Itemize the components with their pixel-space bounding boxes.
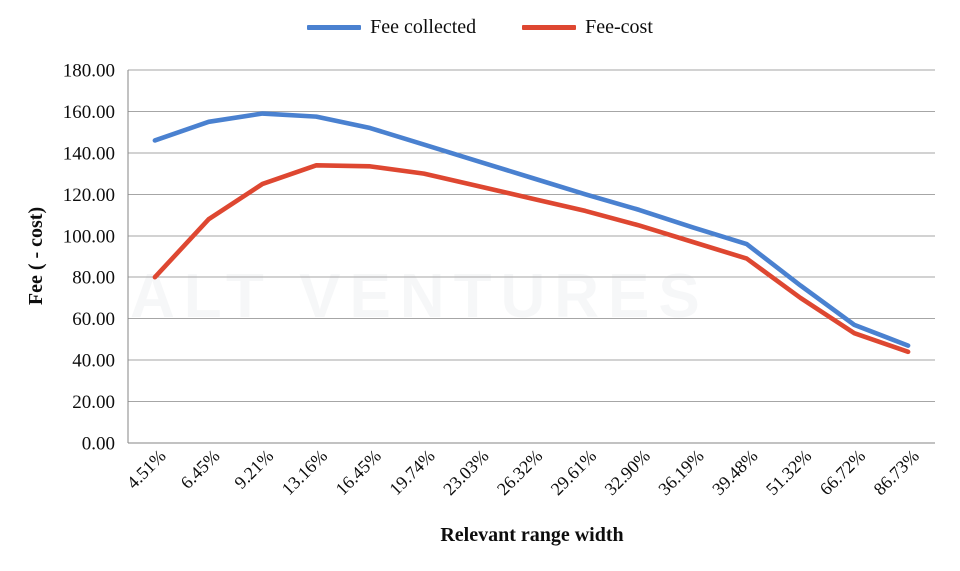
x-tick-label: 23.03%: [439, 446, 492, 499]
x-tick-label: 19.74%: [385, 446, 438, 499]
x-tick-label: 16.45%: [332, 446, 385, 499]
x-tick-label: 26.32%: [493, 446, 546, 499]
x-tick-label: 32.90%: [601, 446, 654, 499]
y-tick-label: 180.00: [63, 61, 115, 82]
y-tick-label: 40.00: [72, 351, 115, 372]
series-line-fee-cost: [152, 163, 911, 355]
x-tick-label: 51.32%: [762, 446, 815, 499]
plot-area: 0.00 20.00 40.00 60.00 80.00 100.00 120.00 140.…: [25, 61, 935, 546]
x-tick-label: 39.48%: [708, 446, 761, 499]
y-tick-labels: 0.00 20.00 40.00 60.00 80.00 100.00 120.00 140.…: [63, 61, 115, 455]
y-tick-label: 20.00: [72, 392, 115, 413]
x-tick-label: 9.21%: [230, 446, 277, 493]
y-tick-label: 120.00: [63, 185, 115, 206]
x-tick-label: 4.51%: [123, 446, 170, 493]
series-line-fee-collected: [152, 111, 911, 348]
chart-container: ALT VENTURES Fee collected Fee-cost 0.00…: [0, 0, 960, 571]
y-tick-label: 160.00: [63, 102, 115, 123]
y-tick-label: 100.00: [63, 226, 115, 247]
gridlines: [128, 69, 935, 444]
x-tick-label: 13.16%: [278, 446, 331, 499]
axis-lines: [127, 70, 935, 444]
y-tick-label: 0.00: [82, 434, 115, 455]
y-tick-label: 80.00: [72, 268, 115, 289]
x-tick-label: 6.45%: [177, 446, 224, 493]
y-tick-label: 140.00: [63, 143, 115, 164]
data-series: [152, 111, 911, 355]
x-tick-label: 66.72%: [816, 446, 869, 499]
x-axis-title: Relevant range width: [440, 524, 623, 546]
x-tick-label: 29.61%: [547, 446, 600, 499]
x-tick-label: 36.19%: [654, 446, 707, 499]
x-tick-label: 86.73%: [870, 446, 923, 499]
x-tick-labels: 4.51% 6.45% 9.21% 13.16% 16.45% 19.74% 23.03% 2…: [123, 446, 923, 499]
y-axis-title: Fee ( - cost): [25, 207, 47, 305]
y-tick-label: 60.00: [72, 309, 115, 330]
